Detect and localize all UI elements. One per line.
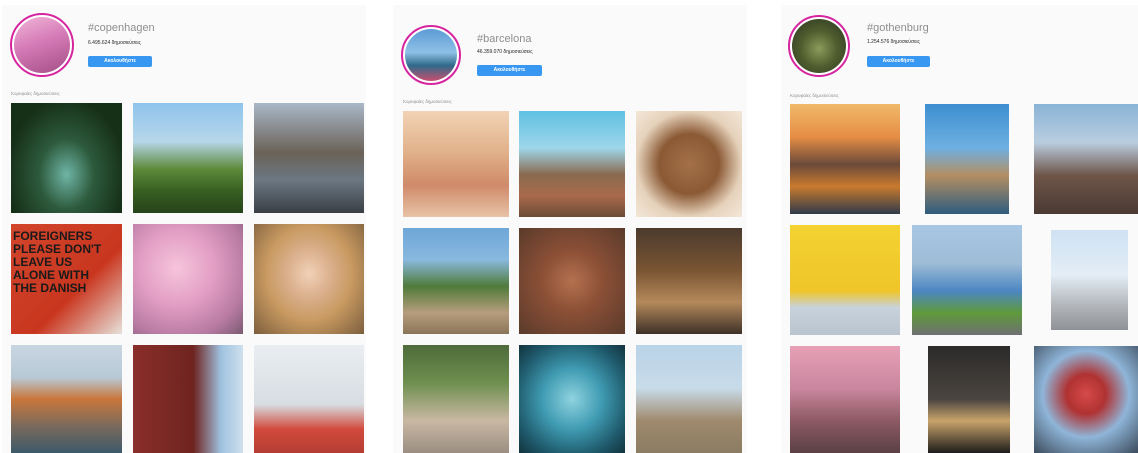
post-thumbnail[interactable] <box>133 103 243 213</box>
post-thumbnail[interactable] <box>403 228 509 334</box>
copenhagen-hashtag-panel: #copenhagen 6.495.624 δημοσιεύσεις Ακολο… <box>2 5 366 453</box>
post-thumbnail[interactable] <box>133 224 243 334</box>
post-thumbnail[interactable] <box>133 345 243 453</box>
post-thumbnail[interactable] <box>925 104 1009 214</box>
post-thumbnail[interactable] <box>636 111 742 217</box>
post-thumbnail[interactable] <box>519 228 625 334</box>
hashtag-title: #copenhagen <box>88 22 155 34</box>
post-thumbnail[interactable] <box>403 111 509 217</box>
top-posts-label: Κορυφαίες δημοσιεύσεις <box>11 91 60 96</box>
hashtag-avatar[interactable] <box>401 25 461 85</box>
follow-button[interactable]: Ακολουθήστε <box>88 56 152 67</box>
post-thumbnail[interactable] <box>254 224 364 334</box>
barcelona-hashtag-panel: #barcelona 46.359.070 δημοσιεύσεις Ακολο… <box>393 5 747 453</box>
post-thumbnail[interactable] <box>254 345 364 453</box>
hashtag-avatar[interactable] <box>10 13 74 77</box>
post-thumbnail[interactable] <box>519 345 625 453</box>
post-thumbnail[interactable] <box>636 228 742 334</box>
top-posts-label: Κορυφαίες δημοσιεύσεις <box>790 93 839 98</box>
post-thumbnail[interactable] <box>1051 230 1128 330</box>
follow-button[interactable]: Ακολουθήστε <box>867 56 930 67</box>
post-thumbnail[interactable] <box>790 346 900 453</box>
post-thumbnail[interactable] <box>403 345 509 453</box>
post-thumbnail[interactable] <box>1034 104 1138 214</box>
gothenburg-hashtag-panel: #gothenburg 1.254.576 δημοσιεύσεις Ακολο… <box>781 5 1138 453</box>
post-thumbnail[interactable] <box>928 346 1010 453</box>
post-thumbnail[interactable] <box>254 103 364 213</box>
hashtag-title: #gothenburg <box>867 22 929 34</box>
post-thumbnail[interactable] <box>790 104 900 214</box>
post-count: 1.254.576 δημοσιεύσεις <box>867 39 920 45</box>
post-thumbnail[interactable] <box>1034 346 1138 453</box>
post-thumbnail[interactable] <box>519 111 625 217</box>
hashtag-title: #barcelona <box>477 33 532 45</box>
post-count: 6.495.624 δημοσιεύσεις <box>88 40 141 46</box>
post-thumbnail[interactable] <box>636 345 742 453</box>
hashtag-avatar[interactable] <box>788 15 850 77</box>
post-count: 46.359.070 δημοσιεύσεις <box>477 49 533 55</box>
top-posts-label: Κορυφαίες δημοσιεύσεις <box>403 99 452 104</box>
follow-button[interactable]: Ακολουθήστε <box>477 65 542 76</box>
post-thumbnail[interactable]: FOREIGNERS PLEASE DON'T LEAVE US ALONE W… <box>11 224 122 334</box>
post-thumbnail[interactable] <box>790 225 900 335</box>
post-thumbnail[interactable] <box>912 225 1022 335</box>
poster-text: FOREIGNERS PLEASE DON'T LEAVE US ALONE W… <box>13 229 102 295</box>
post-thumbnail[interactable] <box>11 345 122 453</box>
post-thumbnail[interactable] <box>11 103 122 213</box>
